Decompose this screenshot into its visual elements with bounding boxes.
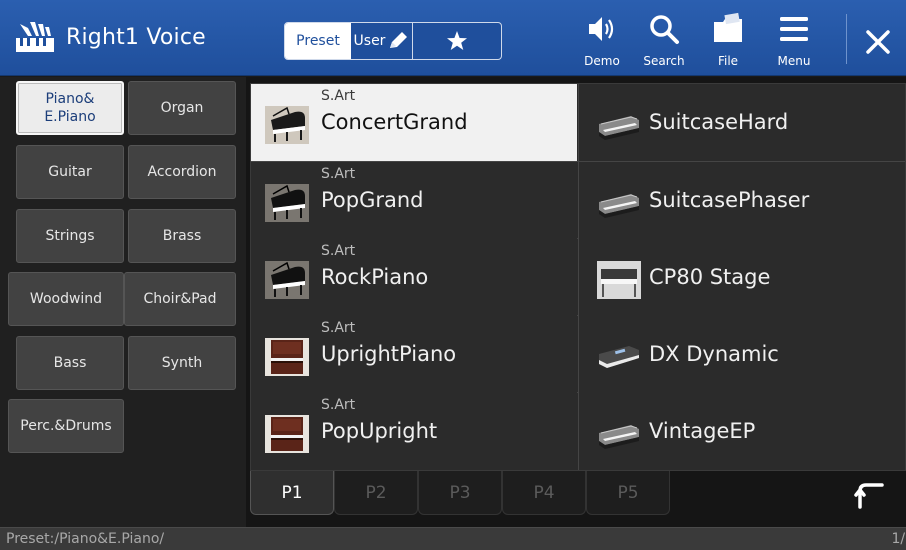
category-choir-pad[interactable]: Choir&Pad bbox=[124, 272, 236, 326]
voice-name: RockPiano bbox=[321, 265, 429, 289]
category-woodwind[interactable]: Woodwind bbox=[8, 272, 124, 326]
voice-item[interactable]: VintageEP bbox=[579, 393, 905, 470]
voice-item[interactable]: DX Dynamic bbox=[579, 316, 905, 393]
voice-name: PopUpright bbox=[321, 419, 438, 443]
electric-piano-icon bbox=[599, 116, 639, 140]
voice-category: S.Art bbox=[321, 88, 356, 104]
title-bar: Right1 Voice Preset User Demo Search Fil… bbox=[0, 0, 906, 76]
tab-page-1[interactable]: P1 bbox=[250, 471, 334, 515]
voice-item[interactable]: S.Art RockPiano bbox=[251, 239, 577, 316]
voice-item[interactable]: SuitcasePhaser bbox=[579, 162, 905, 239]
voice-name: VintageEP bbox=[649, 419, 756, 443]
tab-favorite[interactable] bbox=[413, 23, 501, 59]
up-folder-icon[interactable] bbox=[854, 477, 890, 511]
voice-name: SuitcaseHard bbox=[649, 110, 789, 134]
search-icon bbox=[650, 15, 679, 44]
voice-name: SuitcasePhaser bbox=[649, 188, 810, 212]
tab-page-3[interactable]: P3 bbox=[418, 471, 502, 515]
voice-name: ConcertGrand bbox=[321, 110, 468, 134]
voice-category: S.Art bbox=[321, 397, 356, 413]
category-strings[interactable]: Strings bbox=[16, 209, 124, 263]
grand-piano-icon bbox=[265, 106, 309, 144]
voice-category: S.Art bbox=[321, 320, 356, 336]
upright-piano-icon bbox=[265, 338, 309, 376]
file-label: File bbox=[717, 54, 739, 68]
category-organ[interactable]: Organ bbox=[128, 81, 236, 135]
voice-category: S.Art bbox=[321, 243, 356, 259]
electric-piano-icon bbox=[599, 425, 639, 449]
category-panel: Piano& E.Piano Organ Guitar Accordion St… bbox=[0, 77, 246, 527]
tab-preset[interactable]: Preset bbox=[285, 23, 351, 59]
voice-name: DX Dynamic bbox=[649, 342, 779, 366]
menu-button[interactable]: Menu bbox=[766, 10, 822, 70]
page-tabs: P1 P2 P3 P4 P5 bbox=[250, 471, 906, 519]
electric-piano-icon bbox=[599, 194, 639, 218]
keyboard-hand-icon bbox=[16, 22, 54, 52]
category-bass[interactable]: Bass bbox=[16, 336, 124, 390]
voice-grid: S.Art ConcertGrand SuitcaseHard S.Art Po… bbox=[250, 83, 906, 471]
window-title: Right1 Voice bbox=[66, 25, 206, 50]
folder-icon bbox=[714, 12, 742, 42]
file-button[interactable]: File bbox=[700, 10, 756, 70]
star-icon bbox=[447, 31, 467, 50]
page-counter: 1/5 bbox=[891, 531, 906, 547]
category-guitar[interactable]: Guitar bbox=[16, 145, 124, 199]
close-icon[interactable] bbox=[858, 22, 898, 62]
edit-pencil-icon bbox=[390, 32, 408, 48]
menu-label: Menu bbox=[777, 54, 811, 68]
tab-page-5[interactable]: P5 bbox=[586, 471, 670, 515]
category-synth[interactable]: Synth bbox=[128, 336, 236, 390]
upright-piano-icon bbox=[265, 415, 309, 453]
tab-page-4[interactable]: P4 bbox=[502, 471, 586, 515]
toolbar-divider bbox=[846, 14, 847, 64]
search-label: Search bbox=[643, 54, 685, 68]
tab-user[interactable]: User bbox=[351, 23, 413, 59]
demo-button[interactable]: Demo bbox=[574, 10, 630, 70]
voice-name: UprightPiano bbox=[321, 342, 457, 366]
category-perc-drums[interactable]: Perc.&Drums bbox=[8, 399, 124, 453]
grand-piano-icon bbox=[265, 261, 309, 299]
category-brass[interactable]: Brass bbox=[128, 209, 236, 263]
demo-label: Demo bbox=[584, 54, 620, 68]
voice-name: PopGrand bbox=[321, 188, 424, 212]
status-bar: Preset:/Piano&E.Piano/ 1/5 bbox=[0, 527, 906, 550]
grand-piano-icon bbox=[265, 184, 309, 222]
voice-name: CP80 Stage bbox=[649, 265, 771, 289]
search-button[interactable]: Search bbox=[636, 10, 692, 70]
voice-item[interactable]: S.Art ConcertGrand bbox=[251, 84, 577, 161]
tab-user-label: User bbox=[353, 33, 386, 49]
voice-item[interactable]: SuitcaseHard bbox=[579, 84, 905, 161]
voice-item[interactable]: CP80 Stage bbox=[579, 239, 905, 316]
category-piano[interactable]: Piano& E.Piano bbox=[16, 81, 124, 135]
preset-user-tabs: Preset User bbox=[284, 22, 502, 60]
current-path: Preset:/Piano&E.Piano/ bbox=[6, 531, 165, 547]
category-accordion[interactable]: Accordion bbox=[128, 145, 236, 199]
voice-item[interactable]: S.Art UprightPiano bbox=[251, 316, 577, 393]
stage-piano-icon bbox=[597, 261, 641, 299]
voice-list-panel: S.Art ConcertGrand SuitcaseHard S.Art Po… bbox=[246, 77, 906, 527]
voice-item[interactable]: S.Art PopUpright bbox=[251, 393, 577, 470]
hamburger-menu-icon bbox=[780, 17, 808, 41]
synth-keyboard-icon bbox=[599, 346, 639, 368]
voice-category: S.Art bbox=[321, 166, 356, 182]
voice-item[interactable]: S.Art PopGrand bbox=[251, 162, 577, 239]
speaker-icon bbox=[589, 17, 614, 41]
tab-page-2[interactable]: P2 bbox=[334, 471, 418, 515]
tab-preset-label: Preset bbox=[296, 33, 340, 49]
